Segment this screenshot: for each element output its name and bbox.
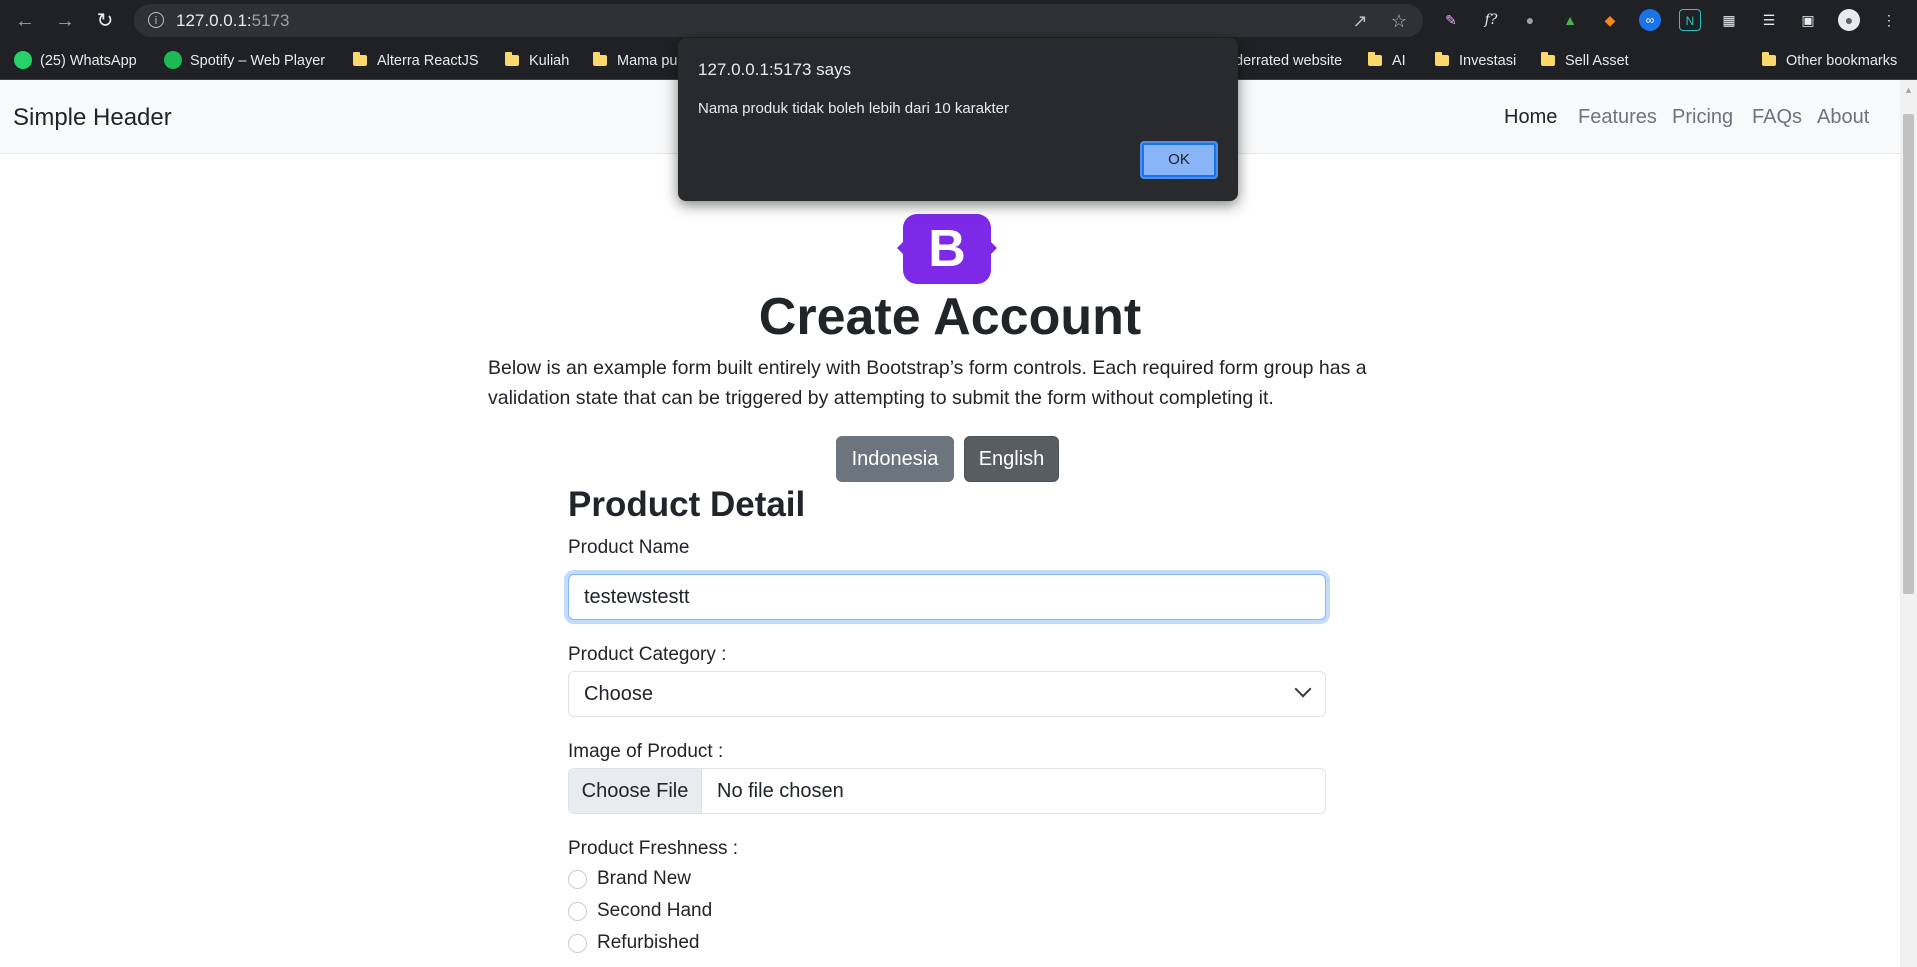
chevron-down-icon xyxy=(1294,680,1312,698)
folder-icon xyxy=(505,52,519,66)
forward-icon[interactable]: → xyxy=(52,8,78,34)
folder-icon xyxy=(1435,52,1449,66)
bookmark-other[interactable]: Other bookmarks xyxy=(1762,51,1897,71)
profile-avatar-icon[interactable]: ● xyxy=(1838,9,1860,31)
page-lead: Below is an example form built entirely … xyxy=(488,357,1367,409)
site-info-icon[interactable]: i xyxy=(148,12,164,28)
bookmark-star-icon[interactable]: ☆ xyxy=(1388,10,1410,32)
extension-pen-icon[interactable]: ✎ xyxy=(1440,9,1462,31)
folder-icon xyxy=(1368,52,1382,66)
menu-kebab-icon[interactable]: ⋮ xyxy=(1878,9,1900,31)
english-button[interactable]: English xyxy=(964,436,1059,482)
image-label: Image of Product : xyxy=(568,741,724,762)
folder-icon xyxy=(593,52,607,66)
product-category-select[interactable]: Choose xyxy=(568,671,1326,717)
bookmark-folder[interactable]: Kuliah xyxy=(505,51,569,71)
nav-about[interactable]: About xyxy=(1817,106,1869,129)
media-control-icon[interactable]: ☰ xyxy=(1758,9,1780,31)
metamask-icon[interactable]: ◆ xyxy=(1599,9,1621,31)
bookmark-folder[interactable]: Mama pu xyxy=(593,51,677,71)
nav-faqs[interactable]: FAQs xyxy=(1752,106,1802,129)
choose-file-button[interactable]: Choose File xyxy=(569,769,702,813)
indonesia-button[interactable]: Indonesia xyxy=(836,436,954,482)
image-file-input[interactable]: Choose File No file chosen xyxy=(568,768,1326,814)
radio-brand-new[interactable] xyxy=(568,870,587,889)
bookmark-folder[interactable]: Investasi xyxy=(1435,51,1516,71)
product-name-label: Product Name xyxy=(568,537,690,558)
side-panel-icon[interactable]: ▣ xyxy=(1797,9,1819,31)
page-title: Create Account xyxy=(758,288,1142,346)
bootstrap-logo-icon: B xyxy=(903,214,991,284)
alert-dialog: 127.0.0.1:5173 says Nama produk tidak bo… xyxy=(678,38,1238,201)
file-status: No file chosen xyxy=(717,780,844,802)
url-text: 127.0.0.1:5173 xyxy=(176,11,290,30)
radio-second-hand[interactable] xyxy=(568,902,587,921)
bookmark-spotify[interactable]: Spotify – Web Player xyxy=(164,51,325,71)
extension-n-icon[interactable]: N xyxy=(1679,9,1701,31)
address-bar[interactable]: i 127.0.0.1:5173 ↗ ☆ xyxy=(134,4,1423,37)
radio-label: Refurbished xyxy=(597,932,700,953)
scrollbar-thumb[interactable] xyxy=(1903,114,1914,594)
radio-label: Second Hand xyxy=(597,900,713,921)
product-name-input[interactable]: testewstestt xyxy=(568,574,1326,620)
product-category-label: Product Category : xyxy=(568,644,727,665)
radio-refurbished[interactable] xyxy=(568,934,587,953)
bookmark-folder[interactable]: AI xyxy=(1368,51,1406,71)
scroll-up-arrow-icon[interactable]: ▲ xyxy=(1903,84,1914,96)
folder-icon xyxy=(1762,52,1776,66)
extension-infinity-icon[interactable]: ∞ xyxy=(1639,9,1661,31)
extension-mouse-icon[interactable]: ● xyxy=(1519,9,1541,31)
extension-formula-icon[interactable]: f? xyxy=(1480,9,1502,31)
bookmark-folder[interactable]: Sell Asset xyxy=(1541,51,1629,71)
browser-toolbar: ← → ↻ i 127.0.0.1:5173 ↗ ☆ ✎ f? ● ▲ ◆ ∞ … xyxy=(0,0,1917,42)
whatsapp-icon xyxy=(14,51,32,69)
extension-tree-icon[interactable]: ▲ xyxy=(1559,9,1581,31)
radio-label: Brand New xyxy=(597,868,691,889)
spotify-icon xyxy=(164,51,182,69)
nav-home[interactable]: Home xyxy=(1504,106,1557,129)
nav-pricing[interactable]: Pricing xyxy=(1672,106,1733,129)
bookmark-folder[interactable]: Alterra ReactJS xyxy=(353,51,479,71)
bookmark-whatsapp[interactable]: (25) WhatsApp xyxy=(14,51,137,71)
share-icon[interactable]: ↗ xyxy=(1349,10,1371,32)
category-selected-value: Choose xyxy=(584,683,653,705)
extensions-puzzle-icon[interactable]: ▦ xyxy=(1718,9,1740,31)
freshness-label: Product Freshness : xyxy=(568,838,739,859)
nav-features[interactable]: Features xyxy=(1578,106,1657,129)
page-viewport: Simple Header Home Features Pricing FAQs… xyxy=(0,80,1900,967)
folder-icon xyxy=(353,52,367,66)
dialog-ok-button[interactable]: OK xyxy=(1140,141,1218,179)
folder-icon xyxy=(1541,52,1555,66)
dialog-title: 127.0.0.1:5173 says xyxy=(698,60,852,79)
reload-icon[interactable]: ↻ xyxy=(92,8,118,34)
section-title: Product Detail xyxy=(568,485,806,524)
bookmark-folder[interactable]: derrated website xyxy=(1235,51,1342,71)
back-icon[interactable]: ← xyxy=(12,8,38,34)
dialog-message: Nama produk tidak boleh lebih dari 10 ka… xyxy=(698,100,1010,117)
brand-title[interactable]: Simple Header xyxy=(13,104,172,132)
